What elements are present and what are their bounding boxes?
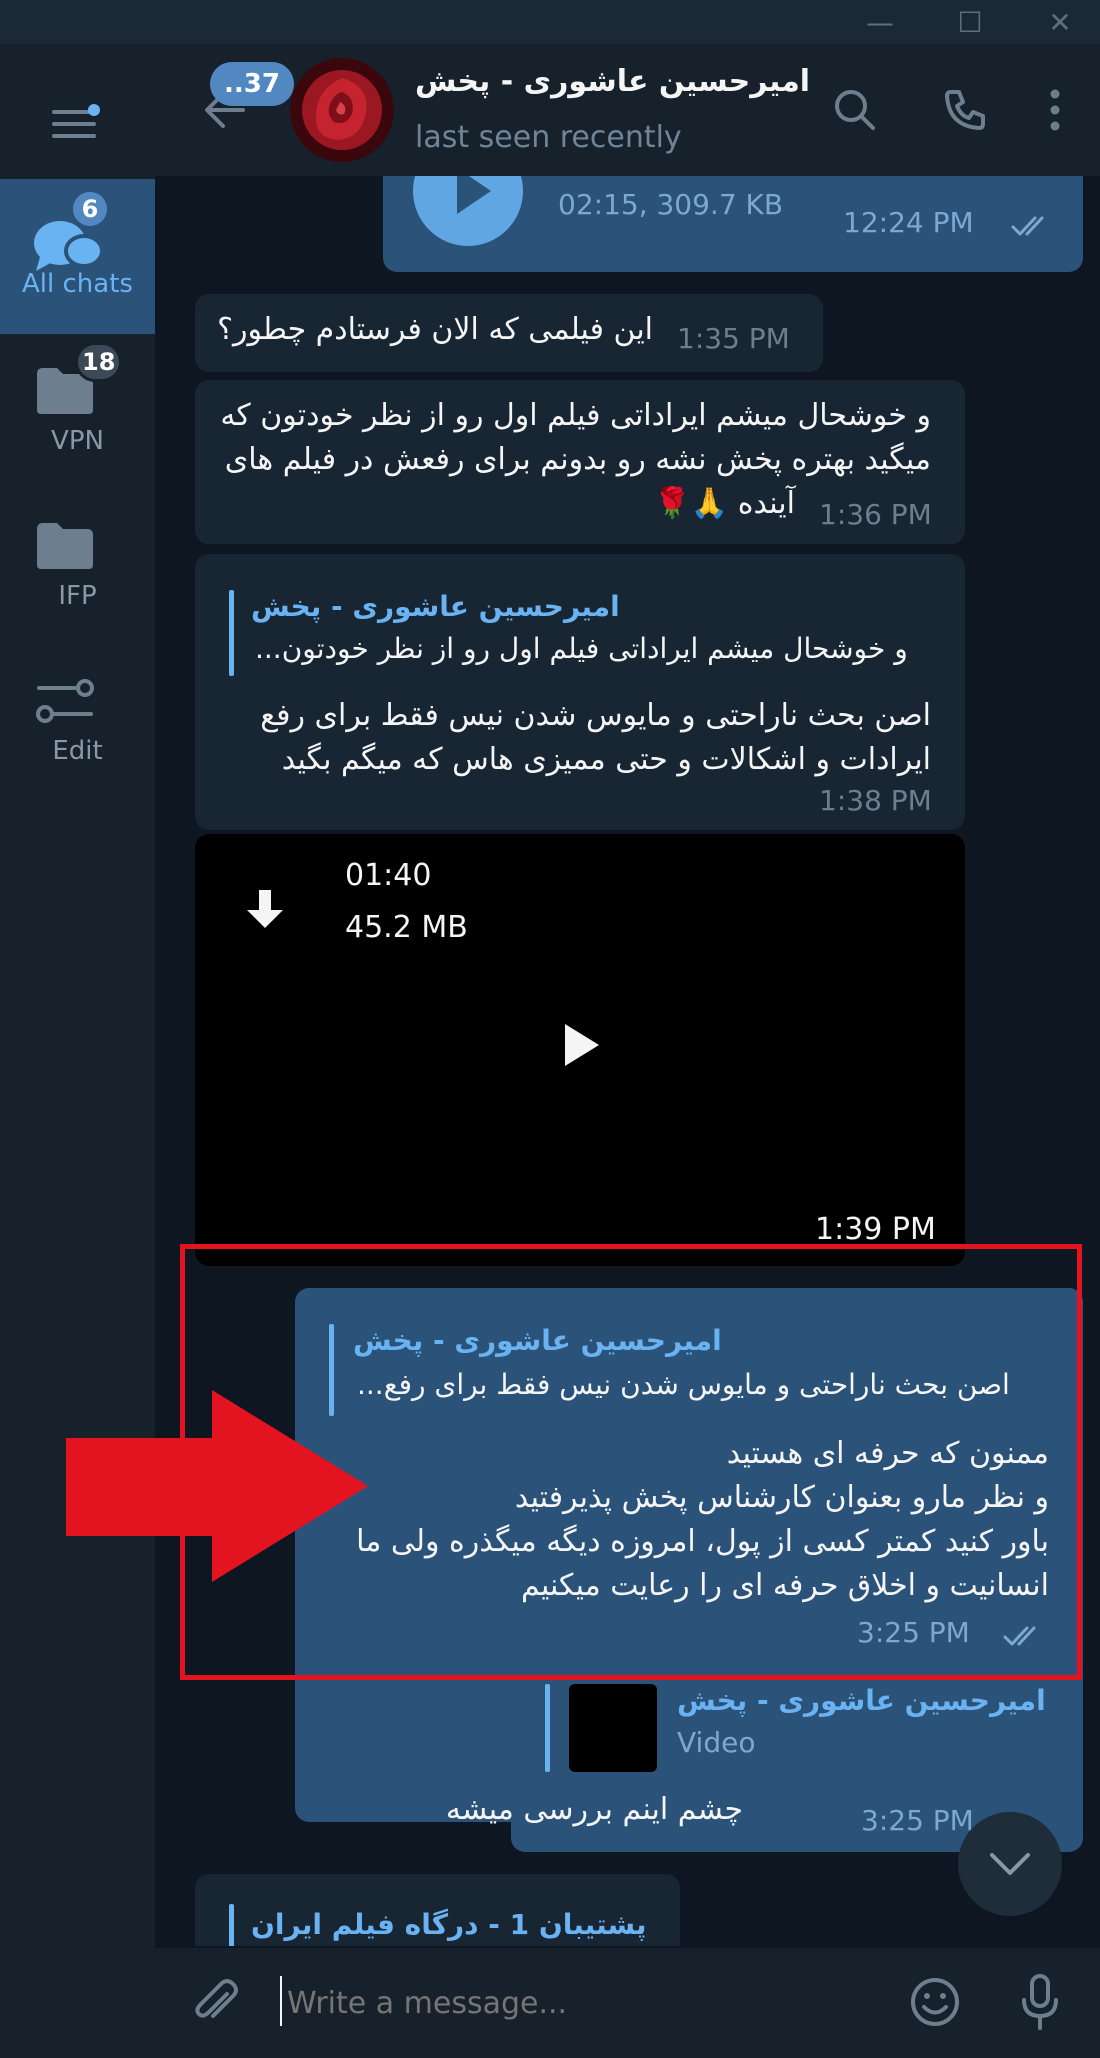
message-composer — [155, 1948, 1100, 2058]
text-caret — [280, 1976, 282, 2026]
chevron-down-icon — [990, 1853, 1030, 1875]
folder-label: VPN — [51, 426, 104, 456]
play-icon — [457, 176, 491, 214]
reply-accent-bar — [545, 1684, 550, 1772]
more-vertical-icon — [1050, 89, 1060, 131]
reply-preview[interactable]: Video — [677, 1726, 755, 1759]
folder-icon — [37, 523, 93, 569]
message-text-line: اصن بحث ناراحتی و مایوس شدن نیس فقط برای… — [260, 698, 931, 733]
incoming-message[interactable]: و خوشحال میشم ایراداتی فیلم اول رو از نظ… — [195, 380, 965, 544]
call-button[interactable] — [935, 80, 995, 140]
message-time: 1:39 PM — [815, 1212, 936, 1247]
chat-status: last seen recently — [415, 120, 682, 155]
close-icon: ✕ — [1048, 5, 1072, 39]
video-duration: 01:40 — [345, 858, 432, 893]
play-button[interactable] — [413, 176, 523, 246]
video-size: 45.2 MB — [345, 910, 468, 945]
search-button[interactable] — [825, 80, 885, 140]
paperclip-icon — [195, 1979, 238, 2018]
message-text: چشم اینم بررسی میشه — [445, 1792, 743, 1827]
red-arrow-annotation — [66, 1390, 368, 1582]
search-icon — [835, 90, 875, 130]
window-titlebar: — ☐ ✕ — [0, 0, 1100, 44]
message-time: 3:25 PM — [861, 1804, 974, 1837]
maximize-button[interactable]: ☐ — [940, 0, 1000, 44]
message-text-line: آینده 🙏🌹 — [653, 486, 795, 521]
unread-badge: 6 — [70, 189, 110, 229]
folder-label: Edit — [52, 736, 103, 766]
message-list[interactable]: 02:15, 309.7 KB 12:24 PM این فیلمی که ال… — [155, 176, 1100, 1946]
hamburger-icon — [52, 104, 100, 138]
folder-ifp[interactable]: IFP — [0, 489, 155, 644]
folder-all-chats[interactable]: 6 All chats — [0, 179, 155, 334]
minimize-button[interactable]: — — [850, 0, 910, 44]
minimize-icon: — — [866, 5, 894, 39]
voice-record-button[interactable] — [1010, 1972, 1070, 2032]
reply-accent-bar — [229, 1904, 234, 1946]
reply-author[interactable]: امیرحسین عاشوری - پخش — [251, 590, 620, 623]
more-menu-button[interactable] — [1025, 80, 1085, 140]
menu-button[interactable] — [35, 84, 115, 164]
attach-button[interactable] — [185, 1972, 245, 2032]
rose-avatar-image — [290, 58, 394, 162]
unread-badge: 18 — [75, 342, 123, 382]
video-thumbnail — [569, 1684, 657, 1772]
reply-preview[interactable]: و خوشحال میشم ایراداتی فیلم اول رو از نظ… — [255, 632, 908, 665]
chat-title: امیرحسین عاشوری - پخش — [415, 64, 811, 99]
message-time: 1:38 PM — [819, 784, 932, 817]
incoming-message[interactable]: این فیلمی که الان فرستادم چطور؟ 1:35 PM — [195, 294, 823, 372]
message-time: 1:36 PM — [819, 498, 932, 531]
phone-icon — [945, 90, 985, 130]
sliders-icon — [36, 679, 94, 723]
emoji-button[interactable] — [905, 1972, 965, 2032]
folder-label: All chats — [22, 269, 133, 299]
reply-author[interactable]: پشتیبان 1 - درگاه فیلم ایران — [251, 1908, 647, 1941]
folder-edit[interactable]: Edit — [0, 644, 155, 799]
folder-label: IFP — [58, 581, 97, 611]
message-text-line: میگید بهتره پخش نشه رو بدونم برای رفعش د… — [224, 442, 931, 477]
smiley-icon — [911, 1978, 959, 2026]
message-text-line: و خوشحال میشم ایراداتی فیلم اول رو از نظ… — [220, 398, 931, 433]
audio-message[interactable]: 02:15, 309.7 KB 12:24 PM — [383, 176, 1083, 272]
microphone-icon — [1022, 1974, 1058, 2030]
play-icon[interactable] — [555, 1020, 605, 1070]
avatar[interactable] — [290, 58, 394, 162]
message-time: 12:24 PM — [843, 206, 974, 239]
scroll-to-bottom-button[interactable] — [958, 1812, 1062, 1916]
message-input[interactable] — [285, 1974, 889, 2032]
message-text-line: ایرادات و اشکالات و حتی ممیزی هاس که میگ… — [281, 742, 931, 777]
reply-accent-bar — [229, 590, 234, 676]
folder-vpn[interactable]: 18 VPN — [0, 334, 155, 489]
unread-count-badge: ..37 — [210, 62, 294, 106]
incoming-reply-message[interactable]: پشتیبان 1 - درگاه فیلم ایران — [195, 1874, 680, 1946]
audio-meta: 02:15, 309.7 KB — [558, 188, 784, 221]
maximize-icon: ☐ — [957, 5, 983, 39]
folders-sidebar: 6 All chats 18 VPN IFP Edit — [0, 44, 155, 2058]
video-message[interactable]: 01:40 45.2 MB 1:39 PM — [195, 834, 965, 1266]
read-checks-icon — [1011, 216, 1044, 236]
reply-author[interactable]: امیرحسین عاشوری - پخش — [677, 1684, 1046, 1717]
download-icon[interactable] — [245, 888, 285, 932]
chat-header: ..37 امیرحسین عاشوری - پخش last seen rec… — [155, 44, 1100, 176]
message-text: این فیلمی که الان فرستادم چطور؟ — [217, 312, 653, 347]
message-time: 1:35 PM — [677, 322, 790, 355]
close-window-button[interactable]: ✕ — [1030, 0, 1090, 44]
incoming-reply-message[interactable]: امیرحسین عاشوری - پخش و خوشحال میشم ایرا… — [195, 554, 965, 830]
